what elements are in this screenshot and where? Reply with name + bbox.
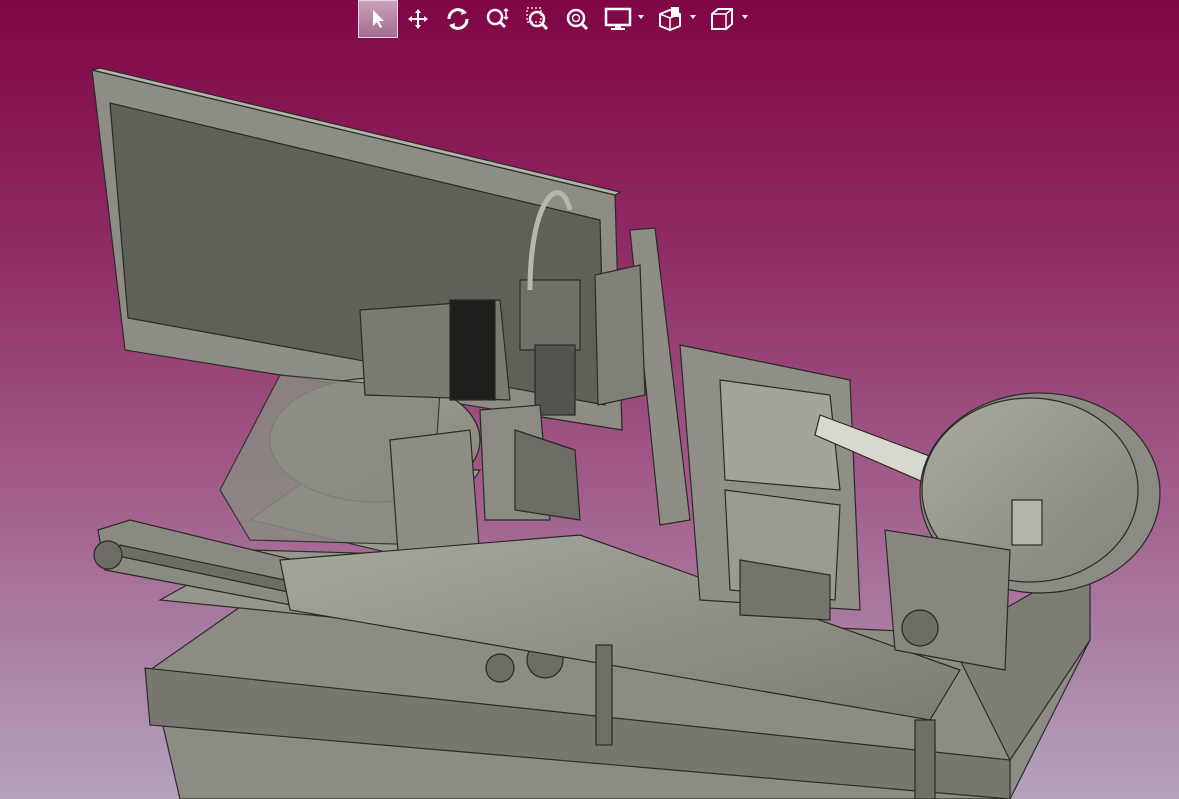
- zoom-fit-icon: [566, 8, 589, 31]
- press-unit: [679, 344, 861, 621]
- zoom-area-icon: [526, 7, 549, 31]
- tape-reel: [814, 392, 1161, 671]
- view-toolbar: [358, 0, 754, 38]
- pan-tool-button[interactable]: [398, 0, 438, 38]
- chevron-down-icon: [638, 15, 644, 19]
- zoom-tool-button[interactable]: [478, 0, 518, 38]
- pan-icon: [408, 9, 428, 29]
- display-mode-icon: [604, 7, 632, 30]
- rotate-tool-button[interactable]: [438, 0, 478, 38]
- zoom-fit-button[interactable]: [558, 0, 598, 38]
- view-cube-icon: [711, 8, 733, 30]
- select-icon: [373, 10, 384, 28]
- view-orientation-button[interactable]: [702, 0, 754, 38]
- zoom-icon: [486, 7, 509, 29]
- section-view-icon: [659, 7, 681, 32]
- display-mode-button[interactable]: [598, 0, 650, 38]
- section-view-button[interactable]: [650, 0, 702, 38]
- chevron-down-icon: [742, 15, 748, 19]
- zoom-area-button[interactable]: [518, 0, 558, 38]
- cad-viewport[interactable]: [0, 0, 1179, 799]
- select-tool-button[interactable]: [358, 0, 398, 38]
- rotate-icon: [447, 8, 469, 30]
- chevron-down-icon: [690, 15, 696, 19]
